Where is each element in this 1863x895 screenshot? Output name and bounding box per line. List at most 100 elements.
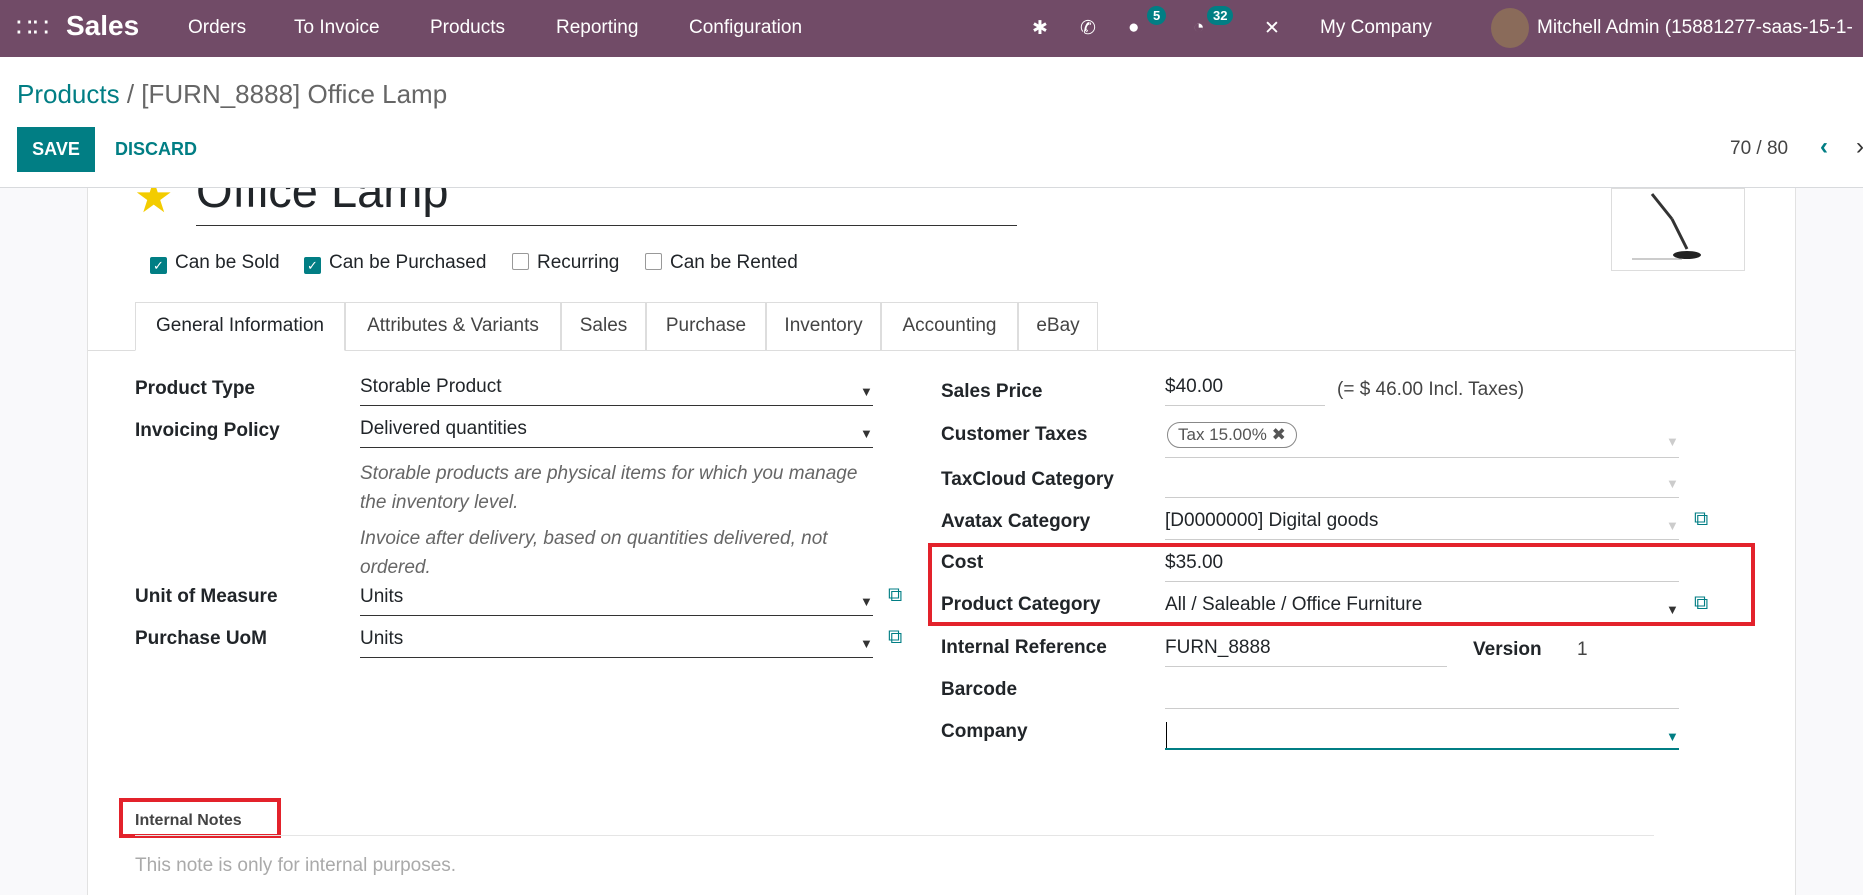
checkbox-empty-icon [645, 253, 662, 270]
internal-notes-highlight [119, 798, 281, 838]
purchase-uom-select[interactable]: Units [360, 628, 873, 658]
customer-taxes-input[interactable]: Tax 15.00% ✖ [1165, 420, 1679, 458]
lamp-image-icon [1632, 193, 1701, 260]
internal-reference-label: Internal Reference [941, 637, 1107, 658]
breadcrumb-products[interactable]: Products [17, 79, 120, 109]
product-type-value: Storable Product [360, 376, 502, 397]
company-select[interactable] [1165, 720, 1679, 750]
company-label: Company [941, 721, 1028, 742]
dropdown-caret-icon: ▼ [1666, 518, 1679, 533]
user-menu[interactable]: Mitchell Admin (15881277-saas-15-1- [1537, 17, 1853, 39]
can-be-sold-checkbox[interactable]: ✓ Can be Sold [150, 252, 280, 274]
product-type-select[interactable]: Storable Product [360, 376, 873, 406]
dropdown-caret-icon: ▼ [1666, 434, 1679, 449]
tab-ebay[interactable]: eBay [1018, 302, 1098, 350]
tab-sales[interactable]: Sales [561, 302, 646, 350]
menu-products[interactable]: Products [430, 17, 505, 39]
dropdown-caret-icon: ▼ [1666, 729, 1679, 744]
menu-reporting[interactable]: Reporting [556, 17, 638, 39]
taxcloud-category-label: TaxCloud Category [941, 469, 1114, 490]
tax-tag[interactable]: Tax 15.00% ✖ [1167, 422, 1297, 448]
avatax-category-value: [D0000000] Digital goods [1165, 510, 1379, 531]
notes-divider [135, 835, 1654, 836]
product-type-label: Product Type [135, 378, 255, 399]
invoicing-policy-help: Invoice after delivery, based on quantit… [360, 528, 828, 578]
internal-notes-input[interactable]: This note is only for internal purposes. [135, 855, 456, 877]
dropdown-caret-icon: ▼ [860, 426, 873, 441]
tab-purchase[interactable]: Purchase [646, 302, 766, 350]
tools-icon[interactable]: ✕ [1264, 17, 1280, 40]
can-be-purchased-checkbox[interactable]: ✓ Can be Purchased [304, 252, 486, 274]
bug-icon[interactable]: ✱ [1032, 17, 1048, 40]
dropdown-caret-icon: ▼ [860, 384, 873, 399]
checkbox-checked-icon: ✓ [150, 257, 167, 274]
activities-badge: 32 [1207, 6, 1234, 25]
version-value: 1 [1577, 639, 1588, 660]
text-cursor [1166, 722, 1167, 748]
breadcrumb: Products / [FURN_8888] Office Lamp [17, 79, 447, 110]
avatar[interactable] [1491, 8, 1529, 48]
can-be-rented-checkbox[interactable]: Can be Rented [645, 252, 798, 274]
dropdown-caret-icon: ▼ [1666, 476, 1679, 491]
phone-icon[interactable]: ✆ [1080, 17, 1096, 40]
sales-price-input[interactable]: $40.00 [1165, 376, 1325, 406]
breadcrumb-current: / [FURN_8888] Office Lamp [126, 79, 448, 109]
tab-attributes-variants[interactable]: Attributes & Variants [345, 302, 561, 350]
invoicing-policy-select[interactable]: Delivered quantities [360, 418, 873, 448]
dropdown-caret-icon: ▼ [860, 594, 873, 609]
checkbox-checked-icon: ✓ [304, 257, 321, 274]
form-sheet [87, 188, 1796, 895]
save-button[interactable]: SAVE [17, 127, 95, 172]
taxcloud-category-select[interactable] [1165, 468, 1679, 498]
app-name[interactable]: Sales [66, 10, 139, 42]
discard-button[interactable]: DISCARD [115, 139, 197, 160]
avatax-category-label: Avatax Category [941, 511, 1091, 532]
uom-label: Unit of Measure [135, 586, 278, 607]
checkbox-label: Can be Sold [175, 252, 280, 273]
sales-price-value: $40.00 [1165, 376, 1224, 397]
top-navbar: ∷∷ Sales Orders To Invoice Products Repo… [0, 0, 1863, 57]
company-switcher[interactable]: My Company [1320, 17, 1432, 39]
pager-prev-icon[interactable]: ‹ [1820, 133, 1828, 161]
tab-general-information[interactable]: General Information [135, 302, 345, 351]
version-label: Version [1473, 639, 1542, 660]
internal-reference-input[interactable]: FURN_8888 [1165, 637, 1447, 667]
product-image[interactable] [1611, 188, 1745, 271]
checkbox-label: Can be Rented [670, 252, 798, 273]
tax-tag-label: Tax 15.00% [1178, 425, 1267, 444]
avatax-category-select[interactable]: [D0000000] Digital goods [1165, 510, 1679, 540]
invoicing-policy-value: Delivered quantities [360, 418, 527, 439]
activity-icon[interactable]: ◔ [1193, 17, 1204, 39]
chat-icon[interactable]: ● [1128, 17, 1139, 39]
cost-category-highlight [928, 543, 1755, 626]
checkbox-label: Can be Purchased [329, 252, 487, 273]
sales-price-label: Sales Price [941, 381, 1043, 402]
barcode-label: Barcode [941, 679, 1018, 700]
tab-accounting[interactable]: Accounting [881, 302, 1018, 350]
recurring-checkbox[interactable]: Recurring [512, 252, 619, 274]
pager-next-icon[interactable]: › [1856, 133, 1863, 161]
checkbox-label: Recurring [537, 252, 620, 273]
remove-tag-icon[interactable]: ✖ [1272, 425, 1286, 444]
internal-reference-value: FURN_8888 [1165, 637, 1271, 658]
checkbox-empty-icon [512, 253, 529, 270]
apps-menu-icon[interactable]: ∷∷ [16, 12, 49, 43]
tab-inventory[interactable]: Inventory [766, 302, 881, 350]
menu-orders[interactable]: Orders [188, 17, 246, 39]
control-panel: Products / [FURN_8888] Office Lamp SAVE … [0, 57, 1863, 188]
uom-select[interactable]: Units [360, 586, 873, 616]
purchase-uom-label: Purchase UoM [135, 628, 267, 649]
uom-value: Units [360, 586, 404, 607]
external-link-icon[interactable]: ⧉ [888, 584, 902, 607]
incl-taxes-text: (= $ 46.00 Incl. Taxes) [1337, 379, 1525, 400]
menu-to-invoice[interactable]: To Invoice [294, 17, 380, 39]
menu-configuration[interactable]: Configuration [689, 17, 802, 39]
purchase-uom-value: Units [360, 628, 404, 649]
pager[interactable]: 70 / 80 [1730, 138, 1788, 160]
product-type-help: Storable products are physical items for… [360, 463, 858, 513]
invoicing-policy-label: Invoicing Policy [135, 420, 280, 441]
barcode-input[interactable] [1165, 679, 1679, 709]
customer-taxes-label: Customer Taxes [941, 424, 1088, 445]
external-link-icon[interactable]: ⧉ [1694, 508, 1708, 531]
external-link-icon[interactable]: ⧉ [888, 626, 902, 649]
